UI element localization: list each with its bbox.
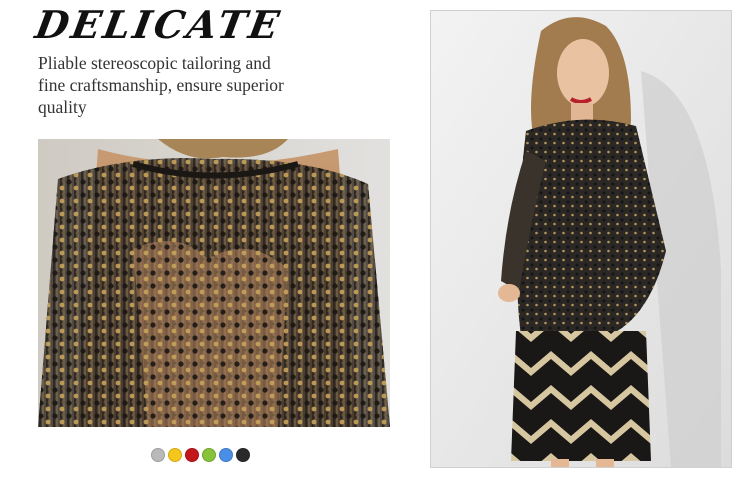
product-heading: DELICATE	[32, 2, 286, 47]
color-swatch-black[interactable]	[236, 448, 250, 462]
color-swatch-green[interactable]	[202, 448, 216, 462]
color-swatch-red[interactable]	[185, 448, 199, 462]
product-description: Pliable stereoscopic tailoring and fine …	[38, 53, 284, 117]
color-swatch-yellow[interactable]	[168, 448, 182, 462]
color-swatch-grey[interactable]	[151, 448, 165, 462]
product-model-image	[430, 10, 732, 468]
color-swatch-blue[interactable]	[219, 448, 233, 462]
product-back-closeup-image	[38, 139, 390, 427]
color-swatch-list	[151, 448, 250, 462]
